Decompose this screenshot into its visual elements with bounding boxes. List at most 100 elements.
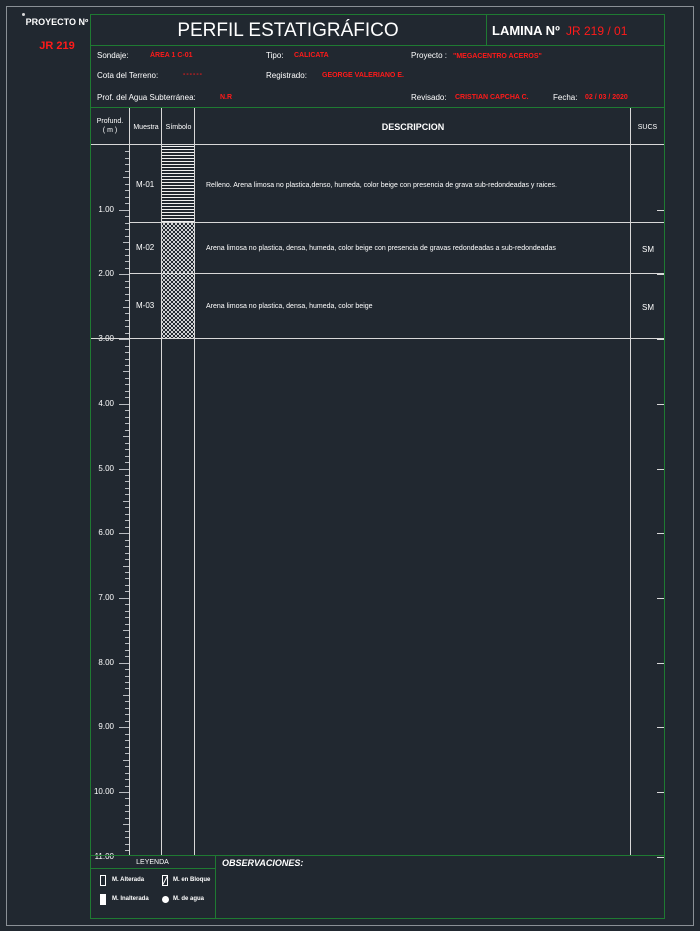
sample-sucs: SM xyxy=(642,303,654,312)
ruler-tick xyxy=(123,565,129,567)
col-profund: Profund. ( m ) xyxy=(92,117,128,135)
sample-id: M-01 xyxy=(136,180,155,189)
ruler-tick xyxy=(125,397,129,399)
legend-title-line xyxy=(90,868,215,869)
ruler-tick xyxy=(125,254,129,256)
ruler-tick xyxy=(125,584,129,586)
ruler-tick xyxy=(125,669,129,671)
ruler-tick xyxy=(125,352,129,354)
undisturbed-sample-icon xyxy=(100,894,106,905)
sucs-depth-tick xyxy=(657,533,664,535)
ruler-tick xyxy=(125,707,129,709)
title-divider xyxy=(486,14,487,46)
ruler-tick xyxy=(125,332,129,334)
ruler-tick xyxy=(125,170,129,172)
col-sucs: SUCS xyxy=(637,124,658,131)
ruler-tick xyxy=(125,772,129,774)
ruler-tick xyxy=(125,591,129,593)
sucs-depth-tick xyxy=(657,597,664,599)
ruler-tick xyxy=(119,403,129,405)
ruler-tick xyxy=(125,474,129,476)
registrado-value: GEORGE VALERIANO E. xyxy=(322,72,404,79)
ruler-tick xyxy=(125,196,129,198)
ruler-tick xyxy=(125,442,129,444)
legend-title: LEYENDA xyxy=(136,859,169,866)
ruler-tick xyxy=(125,164,129,166)
ruler-tick xyxy=(125,423,129,425)
ruler-tick xyxy=(125,753,129,755)
ruler-tick xyxy=(125,287,129,289)
col-profund-label: Profund. xyxy=(96,118,124,125)
ruler-tick xyxy=(125,449,129,451)
cota-value: ------ xyxy=(183,71,203,78)
ruler-tick xyxy=(125,804,129,806)
depth-label: 8.00 xyxy=(98,657,114,667)
ruler-tick xyxy=(125,300,129,302)
cota-label: Cota del Terreno: xyxy=(97,71,159,80)
ruler-tick xyxy=(125,572,129,574)
ruler-tick xyxy=(125,358,129,360)
ruler-tick xyxy=(125,740,129,742)
ruler-tick xyxy=(125,552,129,554)
lamina-label: LAMINA Nº xyxy=(492,23,560,38)
ruler-tick xyxy=(123,824,129,826)
ruler-tick xyxy=(119,274,129,276)
ruler-tick xyxy=(119,339,129,341)
col-line-desc xyxy=(194,108,195,856)
registrado-label: Registrado: xyxy=(266,71,307,80)
ruler-tick xyxy=(125,326,129,328)
ruler-tick xyxy=(125,345,129,347)
project-label: PROYECTO Nº xyxy=(25,17,89,27)
sucs-depth-tick xyxy=(657,209,664,211)
ruler-tick xyxy=(125,701,129,703)
depth-label: 10.00 xyxy=(93,787,114,796)
sample-description: Arena limosa no plastica, densa, humeda,… xyxy=(206,303,373,310)
ruler-tick xyxy=(125,377,129,379)
agua-value: N.R xyxy=(220,94,233,101)
ruler-tick xyxy=(125,203,129,205)
ruler-tick xyxy=(125,830,129,832)
sample-id: M-03 xyxy=(136,301,155,310)
ruler-tick xyxy=(125,229,129,231)
ruler-tick xyxy=(125,183,129,185)
stratum-line-2 xyxy=(130,273,664,274)
ruler-tick xyxy=(125,785,129,787)
observaciones-label: OBSERVACIONES: xyxy=(222,858,304,868)
sample-sucs: SM xyxy=(642,245,654,254)
header-divider xyxy=(90,45,665,46)
ruler-tick xyxy=(125,157,129,159)
ruler-tick xyxy=(125,746,129,748)
sondaje-label: Sondaje: xyxy=(97,51,129,60)
stratum-line-3 xyxy=(91,338,664,339)
legend-agua: M. de agua xyxy=(173,896,205,902)
ruler-tick xyxy=(125,190,129,192)
ruler-tick xyxy=(125,578,129,580)
ruler-tick xyxy=(125,617,129,619)
fecha-label: Fecha: xyxy=(553,93,578,102)
tipo-value: CALICATA xyxy=(294,52,329,59)
sucs-depth-tick xyxy=(657,339,664,341)
ruler-tick xyxy=(125,546,129,548)
depth-label: 6.00 xyxy=(98,528,114,538)
depth-label: 9.00 xyxy=(98,722,114,732)
depth-label: 2.00 xyxy=(98,269,114,279)
revisado-label: Revisado: xyxy=(411,93,447,102)
ruler-tick xyxy=(125,416,129,418)
sucs-depth-tick xyxy=(657,468,664,470)
ruler-tick xyxy=(125,293,129,295)
ruler-tick xyxy=(125,610,129,612)
depth-ruler xyxy=(119,145,130,856)
sample-description: Relleno. Arena limosa no plastica,denso,… xyxy=(206,182,557,189)
sucs-depth-tick xyxy=(657,727,664,729)
col-descripcion: DESCRIPCION xyxy=(381,122,445,132)
proyecto-label: Proyecto : xyxy=(411,51,448,60)
ruler-tick xyxy=(125,151,129,153)
ruler-tick xyxy=(125,481,129,483)
ruler-tick xyxy=(125,811,129,813)
legend-divider xyxy=(215,856,216,919)
ruler-tick xyxy=(123,371,129,373)
sample-id: M-02 xyxy=(136,243,155,252)
ruler-tick xyxy=(125,248,129,250)
ruler-tick xyxy=(125,798,129,800)
sucs-depth-tick xyxy=(657,662,664,664)
